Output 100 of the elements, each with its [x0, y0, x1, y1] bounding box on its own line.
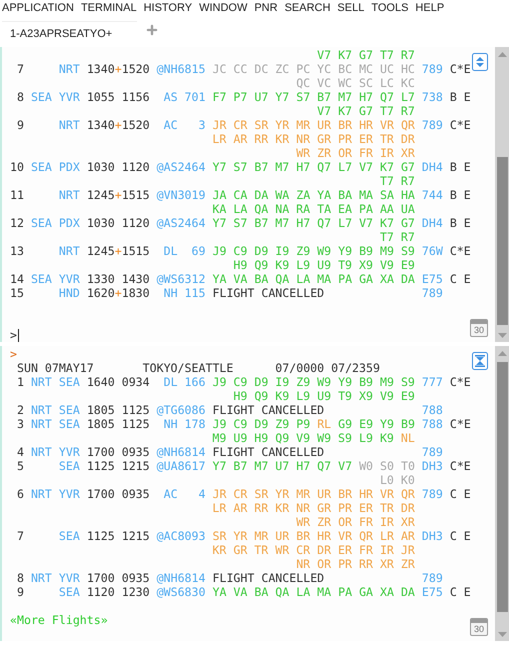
airport-code: NRT [58, 244, 80, 258]
flight-number: NH 115 [164, 286, 206, 300]
equipment-code: DH3 [422, 529, 443, 543]
menu-item[interactable]: SEARCH [284, 0, 330, 16]
terminal-text: 1030 1120 [86, 216, 150, 230]
flight-number: @NH6815 [156, 62, 206, 76]
flight-number: AC 3 [164, 118, 206, 132]
booking-classes: V7 K7 G7 T7 R7 [317, 48, 415, 62]
terminal-text: 5 [16, 459, 24, 473]
airport-code: SEA [58, 585, 80, 599]
booking-classes: SR YR MR UR BR HR VR QR LR AR [212, 529, 415, 543]
booking-classes: JA CA DA WA ZA YA BA MA SA HA [212, 188, 415, 202]
booking-classes: LR AR RR KR NR GR PR ER TR DR [212, 501, 415, 515]
menu-item[interactable]: TERMINAL [80, 0, 137, 16]
airport-code: NRT [58, 188, 80, 202]
equipment-code: 789 [422, 118, 443, 132]
flight-number: @AC8093 [156, 529, 206, 543]
terminal-text: 1120 1230 [86, 585, 150, 599]
booking-classes: YA VA BA QA LA MA PA GA XA DA [212, 272, 415, 286]
booking-classes: H9 Q9 K9 L9 U9 T9 X9 V9 E9 [233, 389, 415, 403]
terminal-text: 1700 0935 [86, 445, 150, 459]
flight-number: @AS2464 [156, 216, 206, 230]
terminal-text: 3 [16, 417, 24, 431]
booking-classes: NL [400, 431, 415, 445]
booking-classes: T7 R7 [380, 230, 415, 244]
menu-item[interactable]: SELL [337, 0, 364, 16]
day-change-mark: + [114, 118, 122, 132]
scrollbar[interactable] [495, 346, 509, 641]
add-tab-icon[interactable] [145, 23, 159, 37]
equipment-code: 789 [422, 62, 443, 76]
scroll-down-icon[interactable] [498, 332, 506, 338]
equipment-code: E75 [422, 585, 443, 599]
flight-number: NH 178 [164, 417, 206, 431]
terminal-text: 11 [10, 188, 24, 202]
scrollbar-thumb[interactable] [496, 157, 508, 325]
menu-item[interactable]: TOOLS [371, 0, 408, 16]
booking-classes: JC CC DC ZC PC YC BC MC UC HC [212, 62, 415, 76]
scroll-up-icon[interactable] [498, 52, 506, 56]
flight-number: @AS2464 [156, 160, 206, 174]
scroll-down-icon[interactable] [498, 632, 506, 636]
terminal-text: 2 [16, 403, 24, 417]
terminal-text: 1805 1125 [86, 417, 150, 431]
booking-classes: M9 U9 H9 Q9 V9 W9 S9 L9 K9 [212, 431, 394, 445]
terminal-text: 1340 [86, 62, 115, 76]
terminal-text: 1805 1125 [86, 403, 150, 417]
booking-classes: YA VA BA QA LA MA PA GA XA DA [212, 585, 415, 599]
terminal-text: 7 [16, 62, 24, 76]
booking-classes: Y7 S7 B7 M7 H7 Q7 L7 V7 K7 G7 [212, 160, 415, 174]
menu-item[interactable]: APPLICATION [2, 0, 74, 16]
menu-item[interactable]: WINDOW [199, 0, 248, 16]
booking-classes: H9 Q9 K9 L9 U9 T9 X9 V9 E9 [233, 258, 415, 272]
menu-item[interactable]: HISTORY [144, 0, 192, 16]
terminal-text: 12 [10, 216, 24, 230]
terminal-text: 1520 [122, 62, 150, 76]
flight-number: @NH6814 [156, 445, 206, 459]
scrollbar[interactable] [495, 47, 509, 342]
equipment-code: 789 [422, 286, 443, 300]
terminal-text: C E [450, 585, 471, 599]
terminal-text: B E [450, 216, 471, 230]
terminal-text: 1030 1120 [86, 160, 150, 174]
booking-classes: L0 K0 [380, 473, 415, 487]
terminal-text: 13 [10, 244, 24, 258]
flight-number: @VN3019 [156, 188, 206, 202]
calendar-button[interactable]: 30 [470, 319, 488, 337]
terminal-text: 1515 [122, 188, 150, 202]
booking-classes: QC VC WC SC LC KC [296, 76, 415, 90]
terminal-text: 1055 1156 [86, 90, 150, 104]
terminal-text: 10 [10, 160, 24, 174]
terminal-text: 1700 0935 [86, 571, 150, 585]
booking-classes: JR CR SR YR MR UR BR HR VR QR [212, 487, 415, 501]
terminal-text: 1520 [122, 118, 150, 132]
terminal-text: C*E [450, 244, 471, 258]
menu-item[interactable]: PNR [254, 0, 278, 16]
calendar-button[interactable]: 30 [470, 618, 488, 636]
terminal-text: 1330 1430 [86, 272, 150, 286]
terminal-text: TOKYO/SEATTLE [142, 361, 234, 375]
scrollbar-thumb[interactable] [496, 362, 508, 612]
terminal-text: 7 [16, 529, 24, 543]
flight-number: @UA8617 [156, 459, 206, 473]
scroll-up-icon[interactable] [498, 350, 506, 356]
booking-classes: KR GR TR WR CR DR ER FR IR JR [212, 543, 415, 557]
equipment-code: 789 [422, 487, 443, 501]
flight-number: AC 4 [164, 487, 206, 501]
equipment-code: 744 [422, 188, 443, 202]
airport-code: NRT YVR [30, 445, 80, 459]
terminal-text: C*E [450, 417, 471, 431]
collapse-icon[interactable] [472, 352, 488, 370]
booking-classes: W0 S0 T0 [359, 459, 415, 473]
equipment-code: 738 [422, 90, 443, 104]
airport-code: SEA YVR [30, 272, 80, 286]
menu-item[interactable]: HELP [415, 0, 444, 16]
airport-code: NRT SEA [30, 375, 80, 389]
expand-icon[interactable] [472, 53, 488, 71]
terminal-text: 15 [10, 286, 24, 300]
terminal-text: C*E [450, 459, 471, 473]
terminal-text: B E [450, 90, 471, 104]
airport-code: SEA PDX [30, 216, 80, 230]
terminal-text: FLIGHT CANCELLED [212, 571, 324, 585]
terminal-text: 1340 [86, 118, 115, 132]
booking-classes: WR ZR OR FR IR XR [296, 146, 415, 160]
